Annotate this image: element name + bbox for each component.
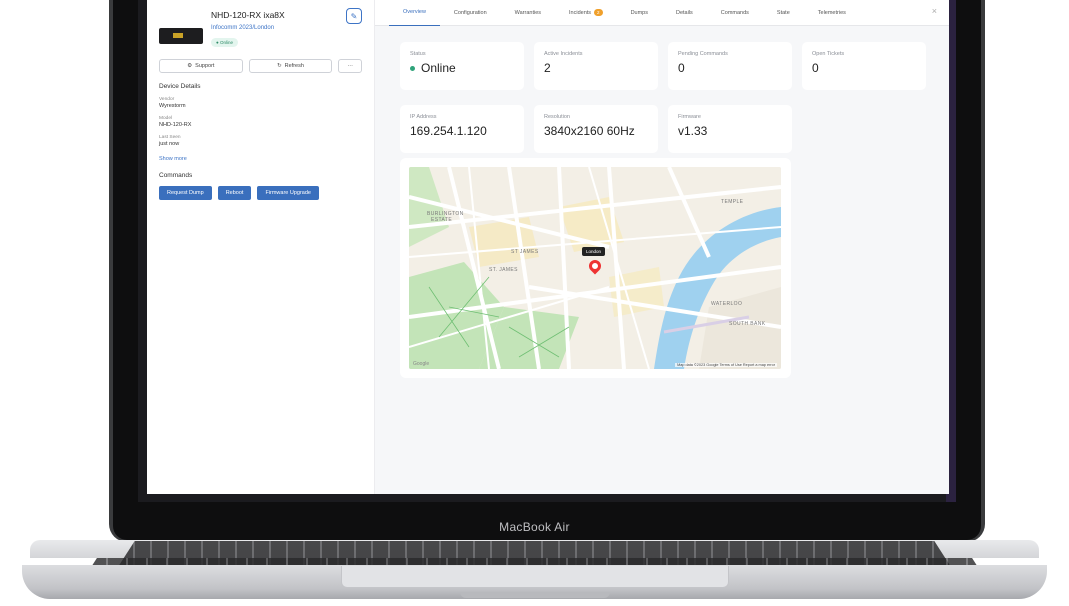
resolution-card: Resolution 3840x2160 60Hz <box>534 105 658 153</box>
location-map[interactable]: BURLINGTON ESTATE ST JAMES ST. JAMES TEM… <box>409 167 781 369</box>
google-logo: Google <box>413 361 430 367</box>
open-tickets-card: Open Tickets 0 <box>802 42 926 90</box>
stats-row: Status Online Active Incidents 2 Pending… <box>400 42 926 90</box>
device-panel: NHD-120-RX ixa8X Infocomm 2023/London ● … <box>147 0 949 494</box>
map-label-st-jamess: ST. JAMES <box>489 267 518 273</box>
tab-commands[interactable]: Commands <box>707 0 763 26</box>
map-label-st-james: ST JAMES <box>511 249 539 255</box>
map-label-south-bank: SOUTH BANK <box>729 321 766 327</box>
model-value: NHD-120-RX <box>159 122 192 128</box>
device-main: Overview Configuration Warranties Incide… <box>375 0 949 494</box>
incidents-count-badge: 2 <box>594 9 603 16</box>
tab-warranties[interactable]: Warranties <box>501 0 555 26</box>
device-image <box>159 28 203 44</box>
active-incidents-card: Active Incidents 2 <box>534 42 658 90</box>
map-pin-tooltip: London <box>582 247 606 256</box>
support-button[interactable]: ⚙ Support <box>159 59 243 73</box>
status-value: Online <box>421 61 456 75</box>
last-seen-value: just now <box>159 141 180 147</box>
map-attribution[interactable]: Map data ©2023 Google Terms of Use Repor… <box>675 363 777 367</box>
tab-incidents-label: Incidents <box>569 9 592 16</box>
device-header: NHD-120-RX ixa8X Infocomm 2023/London ● … <box>159 6 362 49</box>
active-incidents-value: 2 <box>544 61 551 75</box>
tab-details[interactable]: Details <box>662 0 707 26</box>
firmware-value: v1.33 <box>678 124 708 138</box>
resolution-value: 3840x2160 60Hz <box>544 124 635 138</box>
firmware-card: Firmware v1.33 <box>668 105 792 153</box>
online-dot-icon <box>410 65 415 71</box>
device-details-heading: Device Details <box>159 83 201 90</box>
open-tickets-value: 0 <box>812 61 819 75</box>
pencil-icon: ✎ <box>350 11 358 21</box>
command-buttons: Request Dump Reboot Firmware Upgrade <box>159 186 362 200</box>
reboot-button[interactable]: Reboot <box>217 186 252 200</box>
tab-dumps[interactable]: Dumps <box>617 0 662 26</box>
laptop-mockup: NHD-120-RX ixa8X Infocomm 2023/London ● … <box>0 0 1069 606</box>
refresh-icon: ↻ <box>277 63 282 69</box>
device-location-link[interactable]: Infocomm 2023/London <box>211 25 338 31</box>
location-map-card: BURLINGTON ESTATE ST JAMES ST. JAMES TEM… <box>400 158 791 378</box>
map-label-temple: TEMPLE <box>721 199 744 205</box>
tab-bar: Overview Configuration Warranties Incide… <box>375 0 949 26</box>
request-dump-button[interactable]: Request Dump <box>159 186 212 200</box>
pending-commands-value: 0 <box>678 61 685 75</box>
laptop-notch <box>460 592 610 598</box>
map-label-estate: ESTATE <box>431 217 453 223</box>
status-badge: ● Online <box>211 38 238 47</box>
laptop-trackpad <box>341 566 729 588</box>
pending-commands-card: Pending Commands 0 <box>668 42 792 90</box>
refresh-button[interactable]: ↻ Refresh <box>248 59 333 73</box>
close-icon[interactable]: × <box>932 6 937 16</box>
model-label: Model <box>159 116 173 121</box>
laptop-brand-label: MacBook Air <box>499 520 570 534</box>
map-label-waterloo: WATERLOO <box>711 301 743 307</box>
commands-heading: Commands <box>159 172 193 179</box>
show-more-link[interactable]: Show more <box>159 156 362 162</box>
more-button[interactable]: ··· <box>338 59 362 73</box>
edit-button[interactable]: ✎ <box>346 8 362 24</box>
action-buttons: ⚙ Support ↻ Refresh ··· <box>159 59 362 73</box>
last-seen-label: Last Seen <box>159 135 181 140</box>
vendor-label: Vendor <box>159 97 175 102</box>
device-info-row: IP Address 169.254.1.120 Resolution 3840… <box>400 105 792 153</box>
status-card: Status Online <box>400 42 524 90</box>
tab-state[interactable]: State <box>763 0 804 26</box>
firmware-upgrade-button[interactable]: Firmware Upgrade <box>257 186 319 200</box>
support-icon: ⚙ <box>187 63 193 69</box>
device-title: NHD-120-RX ixa8X <box>211 10 285 20</box>
tab-incidents[interactable]: Incidents 2 <box>555 0 617 26</box>
tab-overview[interactable]: Overview <box>389 0 440 26</box>
ip-address-card: IP Address 169.254.1.120 <box>400 105 524 153</box>
tab-configuration[interactable]: Configuration <box>440 0 501 26</box>
ip-address-value: 169.254.1.120 <box>410 124 487 138</box>
tab-telemetries[interactable]: Telemetries <box>804 0 860 26</box>
device-sidebar: NHD-120-RX ixa8X Infocomm 2023/London ● … <box>147 0 375 494</box>
vendor-value: Wyrestorm <box>159 103 186 109</box>
